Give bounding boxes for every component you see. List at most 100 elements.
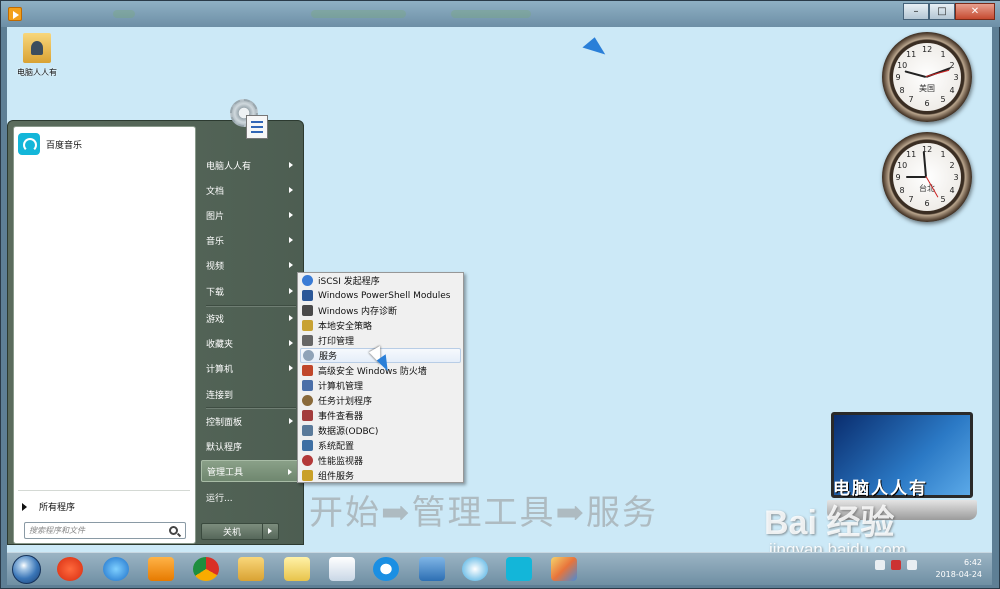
submenu-arrow-icon (289, 365, 293, 371)
network-error-icon[interactable] (891, 560, 901, 570)
submenu-item-event-viewer[interactable]: 事件查看器 (300, 408, 461, 423)
instruction-caption: 开始➡管理工具➡服务 (309, 493, 658, 533)
submenu-arrow-icon (289, 288, 293, 294)
clock-number: 3 (953, 173, 959, 182)
chrome-browser-icon[interactable] (193, 557, 219, 581)
clock-gadget-1[interactable]: 12 1 2 3 4 5 6 7 8 9 10 11 美国 (882, 32, 972, 122)
start-item-computer[interactable]: 计算机 (201, 357, 301, 379)
ie-browser-icon[interactable] (103, 557, 129, 581)
title-bar[interactable]: – □ ✕ (1, 1, 1000, 27)
checklist-icon (246, 115, 268, 139)
clock-number: 12 (922, 45, 933, 54)
submenu-item-label: 性能监视器 (318, 457, 364, 467)
submenu-item-label: Windows 内存诊断 (318, 307, 398, 317)
clock-gadget-2[interactable]: 12 1 2 3 4 5 6 7 8 9 10 11 台北 (882, 132, 972, 222)
start-item-label: 连接到 (206, 390, 234, 401)
performance-monitor-icon (302, 455, 313, 466)
submenu-item-label: 组件服务 (318, 472, 355, 482)
submenu-item-label: 系统配置 (318, 442, 355, 452)
clock-number: 6 (924, 99, 930, 108)
clock-number: 5 (940, 95, 946, 104)
sticky-notes-icon[interactable] (284, 557, 310, 581)
paint-icon[interactable] (551, 557, 577, 581)
taskbar-app-icon[interactable] (57, 557, 83, 581)
submenu-arrow-icon (289, 212, 293, 218)
document-icon[interactable] (329, 557, 355, 581)
start-item-videos[interactable]: 视频 (201, 254, 301, 276)
title-blur-1 (113, 10, 135, 18)
start-item-downloads[interactable]: 下载 (201, 280, 301, 302)
start-item-documents[interactable]: 文档 (201, 179, 301, 201)
submenu-item-powershell-modules[interactable]: Windows PowerShell Modules (300, 288, 461, 303)
shutdown-button[interactable]: 关机 (201, 523, 263, 540)
submenu-item-performance-monitor[interactable]: 性能监视器 (300, 453, 461, 468)
clock-number: 9 (895, 73, 901, 82)
start-item-label: 管理工具 (207, 467, 244, 478)
start-item-pictures[interactable]: 图片 (201, 204, 301, 226)
search-app-icon[interactable] (373, 557, 399, 581)
clock-city-label: 台北 (919, 184, 935, 193)
submenu-item-computer-management[interactable]: 计算机管理 (300, 378, 461, 393)
search-input[interactable] (29, 523, 167, 538)
maximize-icon[interactable]: □ (929, 3, 955, 20)
volume-icon[interactable] (907, 560, 917, 570)
submenu-item-odbc[interactable]: 数据源(ODBC) (300, 423, 461, 438)
submenu-item-memory-diagnostic[interactable]: Windows 内存诊断 (300, 303, 461, 318)
tray-up-arrow-icon[interactable] (875, 560, 885, 570)
submenu-item-label: 高级安全 Windows 防火墙 (318, 367, 427, 377)
start-item-connect-to[interactable]: 连接到 (201, 383, 301, 405)
submenu-arrow-icon (288, 469, 292, 475)
submenu-item-local-security-policy[interactable]: 本地安全策略 (300, 318, 461, 333)
submenu-item-label: iSCSI 发起程序 (318, 277, 380, 287)
start-item-label: 收藏夹 (206, 339, 234, 350)
close-icon[interactable]: ✕ (955, 3, 995, 20)
clock-number: 3 (953, 73, 959, 82)
clock-city-label: 美国 (919, 84, 935, 93)
start-item-label: 默认程序 (206, 442, 243, 453)
component-services-icon (302, 470, 313, 481)
start-button[interactable] (12, 555, 41, 584)
submenu-item-iscsi[interactable]: iSCSI 发起程序 (300, 273, 461, 288)
start-item-control-panel[interactable]: 控制面板 (201, 410, 301, 432)
clock-minute-hand (922, 151, 927, 178)
start-item-label: 文档 (206, 186, 225, 197)
submenu-item-system-config[interactable]: 系统配置 (300, 438, 461, 453)
pinwheel-icon[interactable] (462, 557, 488, 581)
submenu-item-label: 本地安全策略 (318, 322, 373, 332)
admin-tools-submenu: iSCSI 发起程序 Windows PowerShell Modules Wi… (297, 272, 464, 483)
folder-icon[interactable] (238, 557, 264, 581)
search-icon[interactable] (169, 526, 178, 535)
clock-number: 7 (908, 95, 914, 104)
start-item-label: 控制面板 (206, 417, 243, 428)
powershell-icon (302, 290, 313, 301)
media-player-icon[interactable] (148, 557, 174, 581)
pinned-item-baidu-music[interactable]: 百度音乐 (18, 133, 82, 155)
start-item-favorites[interactable]: 收藏夹 (201, 332, 301, 354)
network-computer-icon[interactable] (419, 557, 445, 581)
minimize-icon[interactable]: – (903, 3, 929, 20)
clock-number: 9 (895, 173, 901, 182)
submenu-item-task-scheduler[interactable]: 任务计划程序 (300, 393, 461, 408)
submenu-arrow-icon (289, 187, 293, 193)
media-player-icon[interactable] (8, 7, 22, 21)
start-item-label: 运行... (206, 493, 233, 504)
baidu-watermark: Bai 经验 (764, 504, 895, 542)
start-item-user[interactable]: 电脑人人有 (201, 154, 301, 176)
taskbar: 6:42 2018-04-24 (7, 552, 992, 585)
baidu-music-icon[interactable] (506, 557, 532, 581)
start-item-run[interactable]: 运行... (201, 486, 301, 508)
start-item-label: 游戏 (206, 314, 225, 325)
taskbar-clock[interactable]: 6:42 2018-04-24 (927, 557, 983, 581)
clock-number: 1 (940, 150, 946, 159)
start-item-admin-tools[interactable]: 管理工具 (201, 460, 301, 482)
all-programs-button[interactable]: 所有程序 (22, 500, 75, 513)
start-item-default-programs[interactable]: 默认程序 (201, 435, 301, 457)
submenu-arrow-icon (289, 162, 293, 168)
submenu-item-component-services[interactable]: 组件服务 (300, 468, 461, 483)
desktop-icon-user-folder[interactable]: 电脑人人有 (7, 33, 67, 78)
start-item-games[interactable]: 游戏 (201, 307, 301, 329)
baidu-watermark-url: jingyan.baidu.com (769, 540, 907, 552)
submenu-item-label: 计算机管理 (318, 382, 364, 392)
start-item-music[interactable]: 音乐 (201, 229, 301, 251)
shutdown-options-icon[interactable] (263, 523, 279, 540)
